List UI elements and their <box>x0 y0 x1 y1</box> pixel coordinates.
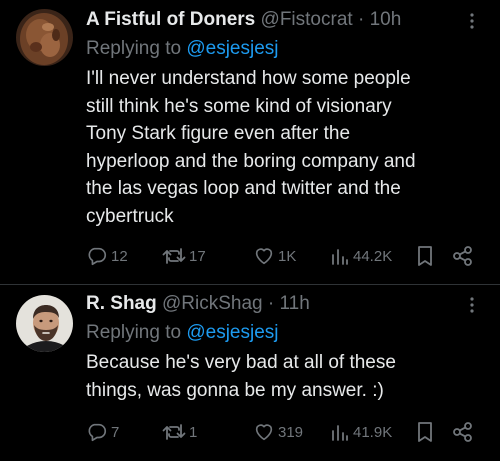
reply-count: 7 <box>111 423 120 441</box>
timestamp[interactable]: 11h <box>280 293 310 314</box>
replying-to-label: Replying to <box>86 38 182 59</box>
views-chart-icon <box>332 425 348 441</box>
reply-icon <box>88 247 107 266</box>
like-count: 319 <box>278 423 304 441</box>
bearded-man-photo-icon <box>16 295 73 352</box>
share-button[interactable] <box>451 245 473 267</box>
share-icon <box>453 246 472 266</box>
tweet-text-line: things, was gonna be my answer. :) <box>86 379 384 401</box>
mention-link[interactable]: @esjesjesj <box>186 322 278 343</box>
tweet-text-line: still think he's some kind of visionary <box>86 95 392 117</box>
replying-to-label: Replying to <box>86 322 182 343</box>
retweet-icon <box>162 248 186 264</box>
tweet-text-line: the las vegas loop and twitter and the <box>86 178 401 199</box>
views-button[interactable]: 41.9K <box>330 422 392 442</box>
like-count: 1K <box>278 247 297 265</box>
retweet-button[interactable]: 17 <box>162 245 206 267</box>
separator: · <box>357 9 365 30</box>
tweet-text: Because he's very bad at all of these th… <box>86 349 484 404</box>
like-button[interactable]: 1K <box>253 245 296 267</box>
reply-button[interactable]: 7 <box>86 421 119 443</box>
mention-link[interactable]: @esjesjesj <box>186 38 278 59</box>
tweet-content: A Fistful of Doners @Fistocrat · 10h Rep… <box>86 7 484 230</box>
views-chart-icon <box>332 249 348 265</box>
tweet-text: I'll never understand how some people st… <box>86 65 484 230</box>
bookmark-icon <box>418 246 432 266</box>
heart-icon <box>255 424 273 441</box>
more-options-icon[interactable] <box>460 9 484 33</box>
view-count: 44.2K <box>353 247 393 265</box>
tweet-text-line: cybertruck <box>86 205 174 227</box>
tweet-header: R. Shag @RickShag · 11h <box>86 291 484 317</box>
reply-icon <box>88 423 107 442</box>
retweet-icon <box>162 424 186 440</box>
tweet-header: A Fistful of Doners @Fistocrat · 10h <box>86 7 484 33</box>
share-icon <box>453 422 472 442</box>
tweet-text-line: Tony Stark figure even after the <box>86 123 351 144</box>
kebab-meat-photo-icon <box>16 9 73 66</box>
reply-count: 12 <box>111 247 128 265</box>
avatar[interactable] <box>16 9 73 66</box>
retweet-count: 1 <box>189 423 198 441</box>
tweet-text-line: I'll never understand how some people <box>86 68 411 89</box>
share-button[interactable] <box>451 421 473 443</box>
action-bar: 7 1 319 41.9K <box>86 418 488 446</box>
like-button[interactable]: 319 <box>253 421 303 443</box>
retweet-count: 17 <box>189 247 206 265</box>
replying-to: Replying to @esjesjesj <box>86 320 484 346</box>
tweet-text-line: Because he's very bad at all of these <box>86 352 396 373</box>
bookmark-button[interactable] <box>416 421 434 443</box>
action-bar: 12 17 1K 44.2K <box>86 242 488 270</box>
timestamp[interactable]: 10h <box>370 9 402 30</box>
retweet-button[interactable]: 1 <box>162 421 197 443</box>
tweet-content: R. Shag @RickShag · 11h Replying to @esj… <box>86 291 484 404</box>
views-button[interactable]: 44.2K <box>330 246 392 266</box>
bookmark-icon <box>418 422 432 442</box>
display-name[interactable]: R. Shag <box>86 293 157 314</box>
bookmark-button[interactable] <box>416 245 434 267</box>
more-options-icon[interactable] <box>460 293 484 317</box>
replying-to: Replying to @esjesjesj <box>86 36 484 62</box>
tweet-text-line: hyperloop and the boring company and <box>86 150 416 172</box>
reply-button[interactable]: 12 <box>86 245 128 267</box>
handle[interactable]: @Fistocrat <box>261 9 353 30</box>
separator: · <box>267 293 275 314</box>
tweet[interactable]: R. Shag @RickShag · 11h Replying to @esj… <box>0 285 500 461</box>
view-count: 41.9K <box>353 423 393 441</box>
avatar[interactable] <box>16 295 73 352</box>
handle[interactable]: @RickShag <box>162 293 263 314</box>
heart-icon <box>255 248 273 265</box>
tweet[interactable]: A Fistful of Doners @Fistocrat · 10h Rep… <box>0 0 500 284</box>
display-name[interactable]: A Fistful of Doners <box>86 9 255 30</box>
